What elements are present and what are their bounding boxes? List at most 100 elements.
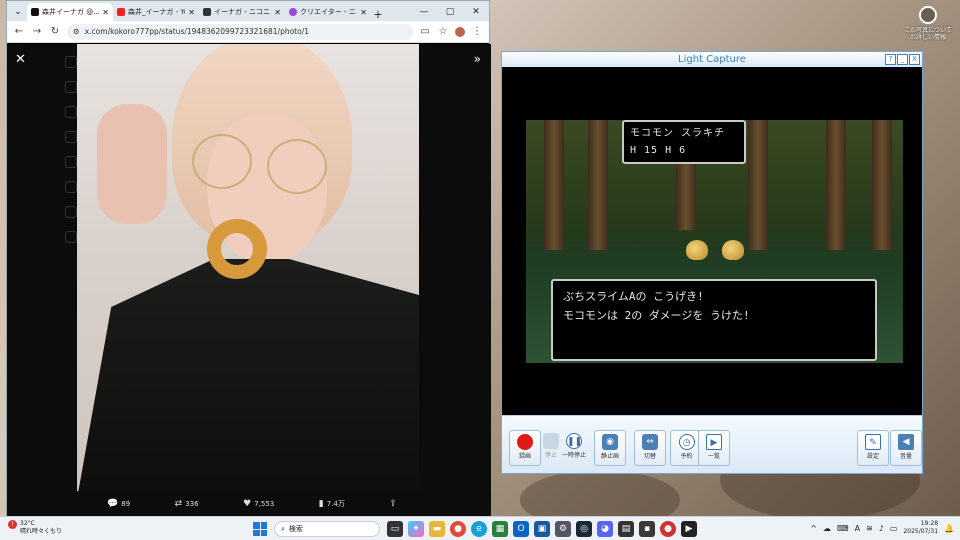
stop-icon xyxy=(543,433,559,449)
close-tab-icon[interactable]: ✕ xyxy=(188,8,195,17)
photo-viewer: ✕ » 💬 89 ⇄ 336 ♥ 7,553 ▮ 7.4万 ⇪ xyxy=(7,44,491,516)
still-image-button[interactable]: ◉ 静止画 xyxy=(594,430,626,466)
light-capture-taskbar-icon[interactable]: ▪ xyxy=(639,521,655,537)
close-tab-icon[interactable]: ✕ xyxy=(274,8,281,17)
media-icon[interactable]: ▤ xyxy=(618,521,634,537)
youtube-icon xyxy=(117,8,125,16)
tab-youtube[interactable]: 森井_イーナガ - YouTube ✕ xyxy=(113,3,199,21)
tab-search-icon[interactable]: ⌄ xyxy=(9,3,27,21)
tab-niconico-creator[interactable]: クリエイター - ニコニコ ✕ xyxy=(285,3,371,21)
settings-icon[interactable]: ⚙ xyxy=(555,521,571,537)
messages-icon xyxy=(65,131,77,143)
url-field[interactable]: ⚙ x.com/kokoro777pp/status/1948362099723… xyxy=(67,23,413,40)
minimize-button[interactable]: _ xyxy=(897,54,908,65)
volume-button[interactable]: ◀ 音量 xyxy=(890,430,922,466)
weather-desc: 晴れ時々くもり xyxy=(20,528,63,535)
notification-icon[interactable]: 🔔 xyxy=(944,524,954,533)
close-tab-icon[interactable]: ✕ xyxy=(102,8,109,17)
capture-toolbar: 録画 停止 ❚❚ 一時停止 ◉ 静止画 ⇔ 切替 ◷ 予約 ▶ 一覧 ✎ 設定 xyxy=(502,415,922,473)
wifi-icon[interactable]: ≋ xyxy=(866,524,873,533)
cloud-icon[interactable]: ☁ xyxy=(823,524,831,533)
weather-widget[interactable]: ! 32°C 晴れ時々くもり xyxy=(8,520,68,536)
tab-niconico[interactable]: イーナガ - ニコニコ ✕ xyxy=(199,3,285,21)
repost-button[interactable]: ⇄ 336 xyxy=(175,499,199,509)
volume-icon[interactable]: ♪ xyxy=(879,524,884,533)
chrome-icon[interactable]: ● xyxy=(450,521,466,537)
pause-button[interactable]: ❚❚ 一時停止 xyxy=(558,430,590,466)
title-buttons: ? _ X xyxy=(885,54,920,65)
windows-logo-icon xyxy=(260,522,267,529)
collapse-panel-icon[interactable]: » xyxy=(474,52,481,66)
notifications-icon xyxy=(65,106,77,118)
copilot-icon[interactable]: ✦ xyxy=(408,521,424,537)
new-tab-button[interactable]: + xyxy=(371,8,385,21)
capture-preview: モコモン スラキチ H 15 H 6 ぶちスライムAの こうげき! モコモンは … xyxy=(502,67,922,415)
list-button[interactable]: ▶ 一覧 xyxy=(698,430,730,466)
battle-message-box: ぶちスライムAの こうげき! モコモンは 2の ダメージを うけた! xyxy=(551,279,877,361)
calculator-icon[interactable]: ▦ xyxy=(492,521,508,537)
task-view-icon[interactable]: ▭ xyxy=(387,521,403,537)
taskbar-search[interactable]: ⌕ 検索 xyxy=(274,521,380,537)
reply-icon: 💬 xyxy=(107,499,119,509)
forest-tree xyxy=(872,120,892,250)
close-window-button[interactable]: ✕ xyxy=(463,7,489,17)
recorder-icon[interactable]: ● xyxy=(660,521,676,537)
terminal-icon[interactable]: ▶ xyxy=(681,521,697,537)
system-tray: ^ ☁ ⌨ A ≋ ♪ ▭ 19:28 2025/07/31 🔔 xyxy=(810,520,954,536)
profile-avatar[interactable] xyxy=(455,26,465,37)
close-viewer-icon[interactable]: ✕ xyxy=(15,52,29,67)
start-button[interactable] xyxy=(253,522,267,536)
slime-enemy xyxy=(722,240,744,260)
ime-icon[interactable]: A xyxy=(855,524,860,533)
cast-icon[interactable]: ▭ xyxy=(419,26,431,37)
bookmark-star-icon[interactable]: ☆ xyxy=(437,26,449,37)
switch-button[interactable]: ⇔ 切替 xyxy=(634,430,666,466)
forward-icon[interactable]: → xyxy=(31,26,43,37)
reload-icon[interactable]: ↻ xyxy=(49,26,61,37)
views-button[interactable]: ▮ 7.4万 xyxy=(319,499,345,509)
close-button[interactable]: X xyxy=(909,54,920,65)
forest-tree xyxy=(826,120,846,250)
game-screen: モコモン スラキチ H 15 H 6 ぶちスライムAの こうげき! モコモンは … xyxy=(526,120,903,363)
discord-icon[interactable]: ◕ xyxy=(597,521,613,537)
photo-glasses-left xyxy=(192,134,252,189)
bookmarks-icon xyxy=(65,206,77,218)
settings-button[interactable]: ✎ 設定 xyxy=(857,430,889,466)
tab-x-post[interactable]: 森井イーナガ @... ✕ xyxy=(27,3,113,21)
help-button[interactable]: ? xyxy=(885,54,896,65)
x-logo-icon xyxy=(31,8,39,16)
clock-time: 19:28 xyxy=(920,520,939,527)
lists-icon xyxy=(65,181,77,193)
chevron-up-icon[interactable]: ^ xyxy=(810,524,817,533)
back-icon[interactable]: ← xyxy=(13,26,25,37)
steam-icon[interactable]: ◎ xyxy=(576,521,592,537)
keyboard-icon[interactable]: ⌨ xyxy=(837,524,849,533)
site-info-icon[interactable]: ⚙ xyxy=(73,27,80,36)
browser-menu-icon[interactable]: ⋮ xyxy=(471,26,483,37)
minimize-button[interactable]: — xyxy=(411,7,437,17)
windows-logo-icon xyxy=(260,529,267,536)
schedule-label: 予約 xyxy=(680,453,693,460)
maximize-button[interactable]: ▢ xyxy=(437,7,463,17)
edge-icon[interactable]: e xyxy=(471,521,487,537)
windows-logo-icon xyxy=(253,522,260,529)
close-tab-icon[interactable]: ✕ xyxy=(360,8,367,17)
tab-title: 森井_イーナガ - YouTube xyxy=(128,8,185,16)
clock[interactable]: 19:28 2025/07/31 xyxy=(903,520,938,536)
file-explorer-icon[interactable]: ▬ xyxy=(429,521,445,537)
reply-button[interactable]: 💬 89 xyxy=(107,499,130,509)
share-button[interactable]: ⇪ xyxy=(389,499,397,509)
search-icon: ⌕ xyxy=(281,524,285,533)
grok-icon xyxy=(65,156,77,168)
list-label: 一覧 xyxy=(707,453,720,460)
search-icon xyxy=(65,81,77,93)
outlook-icon[interactable]: O xyxy=(513,521,529,537)
like-button[interactable]: ♥ 7,553 xyxy=(243,499,274,509)
post-photo[interactable] xyxy=(77,44,419,491)
battery-icon[interactable]: ▭ xyxy=(890,524,898,533)
spotlight-info-widget[interactable]: この写真についての詳しい情報 xyxy=(902,6,954,41)
home-icon xyxy=(65,56,77,68)
record-icon xyxy=(517,434,533,450)
forest-tree xyxy=(748,120,768,250)
app-icon[interactable]: ▣ xyxy=(534,521,550,537)
